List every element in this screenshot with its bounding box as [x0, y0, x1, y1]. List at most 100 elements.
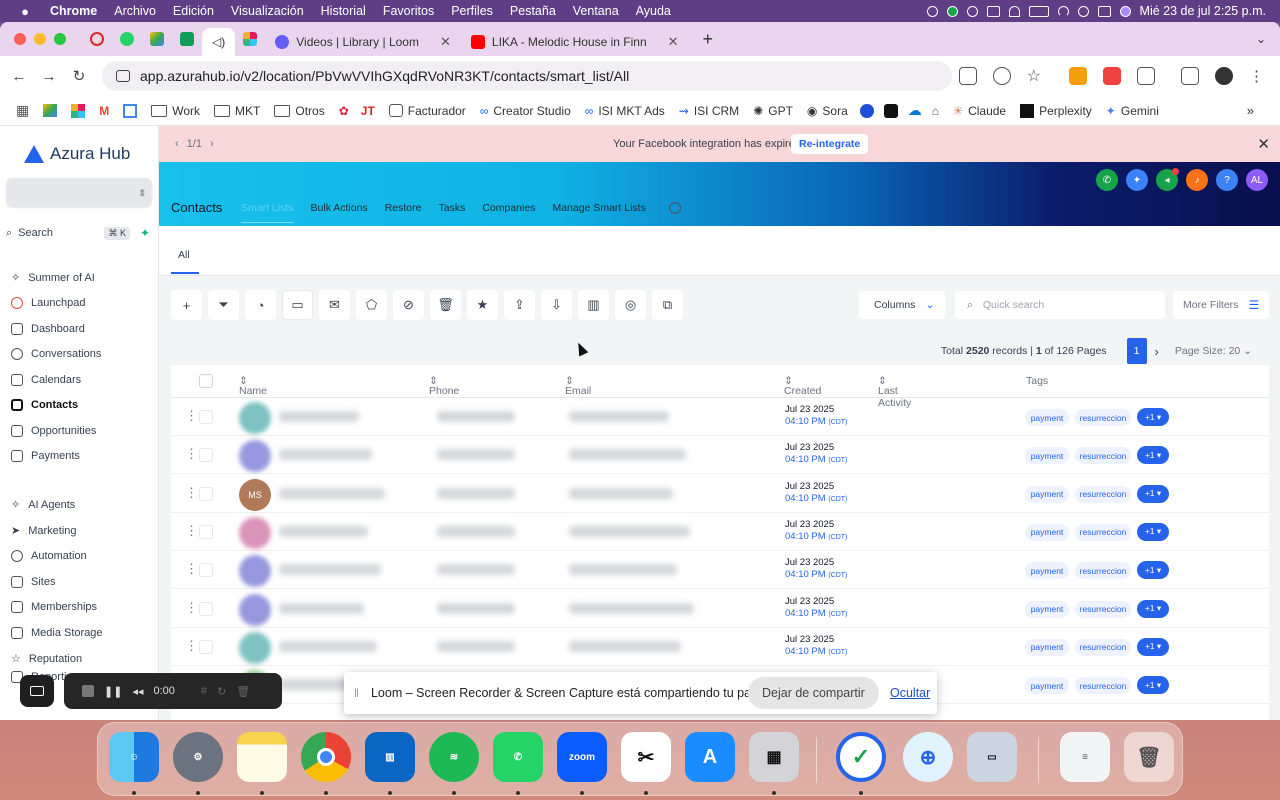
email-icon[interactable]: ✉ [319, 290, 350, 320]
sidebar-item-launchpad[interactable]: Launchpad [0, 290, 159, 315]
pinned-tab-drive[interactable] [142, 26, 172, 52]
menu-edicion[interactable]: Edición [173, 4, 214, 18]
more-tags-button[interactable]: +1 ▾ [1137, 408, 1169, 426]
bookmark-app-icon[interactable]: ✿ [339, 104, 349, 118]
add-contact-icon[interactable]: + [171, 290, 202, 320]
table-row[interactable]: ⋮ Jul 23 2025 04:10 PM (CDT) payment resurre… [171, 436, 1269, 475]
row-menu-icon[interactable]: ⋮ [185, 561, 198, 577]
menu-favoritos[interactable]: Favoritos [383, 4, 434, 18]
tag-resurreccion[interactable]: resurreccion [1075, 600, 1131, 618]
contact-email-redacted[interactable] [569, 602, 694, 614]
more-tags-button[interactable]: +1 ▾ [1137, 522, 1169, 541]
bookmark-app-icon[interactable] [71, 103, 86, 118]
profile-avatar-icon[interactable] [1215, 67, 1233, 85]
downloads-stack-icon[interactable]: ≡ [1060, 732, 1110, 782]
puzzle-icon[interactable] [1137, 67, 1155, 85]
remove-tag-icon[interactable]: ⊘ [393, 290, 424, 320]
bookmark-drive-icon[interactable] [43, 104, 58, 117]
zoom-icon[interactable] [992, 67, 1011, 85]
apps-grid-icon[interactable]: ▦ [16, 102, 29, 119]
tag-resurreccion[interactable]: resurreccion [1075, 485, 1131, 503]
bookmark-gpt[interactable]: ✺ GPT [753, 104, 793, 118]
tag-resurreccion[interactable]: resurreccion [1075, 638, 1131, 656]
sidebar-item-summer-of-ai[interactable]: ✧ Summer of AI [0, 265, 159, 290]
bookmark-otros[interactable]: Otros [274, 104, 325, 118]
sms-icon[interactable]: ▭ [282, 290, 313, 320]
row-menu-icon[interactable]: ⋮ [185, 523, 198, 539]
bookmark-calendar-icon[interactable] [123, 103, 138, 118]
sidebar-item-sites[interactable]: Sites [0, 569, 159, 594]
sidebar-item-automation[interactable]: Automation [0, 543, 159, 568]
translate-icon[interactable] [958, 67, 977, 85]
bookmark-mkt[interactable]: MKT [214, 104, 260, 118]
more-tags-button[interactable]: +1 ▾ [1137, 599, 1169, 618]
sidebar-item-reputation[interactable]: ☆ Reputation [0, 646, 159, 671]
more-tags-button[interactable]: +1 ▾ [1137, 561, 1169, 580]
columns-button[interactable]: Columns ⌄ [859, 291, 945, 319]
brand-logo[interactable]: Azura Hub [24, 144, 130, 164]
contact-email-redacted[interactable] [569, 411, 669, 422]
bell-icon[interactable]: ♪ [1186, 169, 1208, 191]
tag-payment[interactable]: payment [1025, 409, 1069, 426]
loom-camera-button[interactable] [20, 675, 54, 707]
pinned-tab-sheets[interactable] [172, 26, 202, 52]
more-tags-button[interactable]: +1 ▾ [1137, 676, 1169, 695]
whatsapp-icon[interactable]: ✆ [493, 732, 543, 782]
next-page-icon[interactable]: › [1155, 344, 1159, 359]
col-phone[interactable]: Phone ⇕ [429, 375, 459, 397]
table-row[interactable]: ⋮ Jul 23 2025 04:10 PM (CDT) payment resurre… [171, 551, 1269, 590]
chrome-icon[interactable] [301, 732, 351, 782]
tab-search-chevron-icon[interactable]: ⌄ [1256, 32, 1266, 46]
spotify-icon[interactable]: ≋ [429, 732, 479, 782]
contact-phone-redacted[interactable] [437, 525, 515, 537]
tab-audio[interactable]: ◁) [202, 28, 236, 56]
menu-ventana[interactable]: Ventana [573, 4, 619, 18]
trash-icon[interactable]: 🗑 [236, 685, 250, 698]
trash-icon[interactable]: 🗑 [1124, 732, 1174, 782]
contact-name-redacted[interactable] [279, 411, 359, 422]
tab-restore[interactable]: Restore [385, 202, 422, 223]
opportunity-icon[interactable]: ▥ [578, 290, 609, 320]
col-email[interactable]: Email ⇕ [565, 375, 591, 397]
sidebar-item-media-storage[interactable]: Media Storage [0, 620, 159, 645]
col-name[interactable]: Name ⇕ [239, 375, 267, 397]
bookmark-app-icon[interactable] [859, 103, 874, 118]
site-settings-icon[interactable] [116, 70, 130, 82]
minimize-window-button[interactable] [34, 33, 46, 45]
contact-phone-redacted[interactable] [437, 487, 515, 499]
table-row[interactable]: ⋮ Jul 23 2025 04:10 PM (CDT) payment resurre… [171, 590, 1269, 628]
play-tray-icon[interactable] [966, 5, 978, 17]
siri-icon[interactable] [1119, 5, 1131, 17]
bookmark-work[interactable]: Work [151, 104, 200, 118]
stop-icon[interactable] [82, 685, 94, 697]
row-menu-icon[interactable]: ⋮ [185, 485, 198, 501]
gmail-icon[interactable]: M [99, 104, 109, 118]
bookmark-isi-crm[interactable]: ⇝ ISI CRM [679, 104, 739, 118]
row-menu-icon[interactable]: ⋮ [185, 446, 198, 462]
tag-payment[interactable]: payment [1025, 447, 1069, 465]
pinned-tab-whatsapp[interactable] [112, 26, 142, 52]
tab-all[interactable]: All [178, 249, 190, 261]
rewind-icon[interactable]: ◂◂ [132, 685, 143, 698]
hide-link[interactable]: Ocultar [890, 686, 930, 700]
bookmark-facturador[interactable]: Facturador [388, 104, 466, 118]
stop-sharing-button[interactable]: Dejar de compartir [748, 677, 879, 709]
row-menu-icon[interactable]: ⋮ [185, 600, 198, 616]
chevron-right-icon[interactable]: › [210, 138, 214, 150]
location-switcher[interactable]: ⇕ [6, 178, 152, 208]
menu-pestana[interactable]: Pestaña [510, 4, 556, 18]
pause-icon[interactable]: ❚❚ [104, 685, 122, 698]
tag-resurreccion[interactable]: resurreccion [1075, 409, 1131, 426]
maximize-window-button[interactable] [54, 33, 66, 45]
more-filters-button[interactable]: More Filters ☰ [1173, 291, 1269, 319]
more-tags-button[interactable]: +1 ▾ [1137, 637, 1169, 656]
row-checkbox[interactable] [199, 601, 213, 616]
app-store-icon[interactable]: A [685, 732, 735, 782]
bookmark-sora[interactable]: ◉ Sora [807, 104, 848, 118]
tag-resurreccion[interactable]: resurreccion [1075, 447, 1131, 465]
calculator-icon[interactable]: ▦ [749, 732, 799, 782]
tab-companies[interactable]: Companies [482, 202, 535, 223]
pinned-tab-record[interactable] [82, 26, 112, 52]
contact-name-redacted[interactable] [279, 525, 368, 537]
close-icon[interactable]: ✕ [1257, 135, 1270, 153]
